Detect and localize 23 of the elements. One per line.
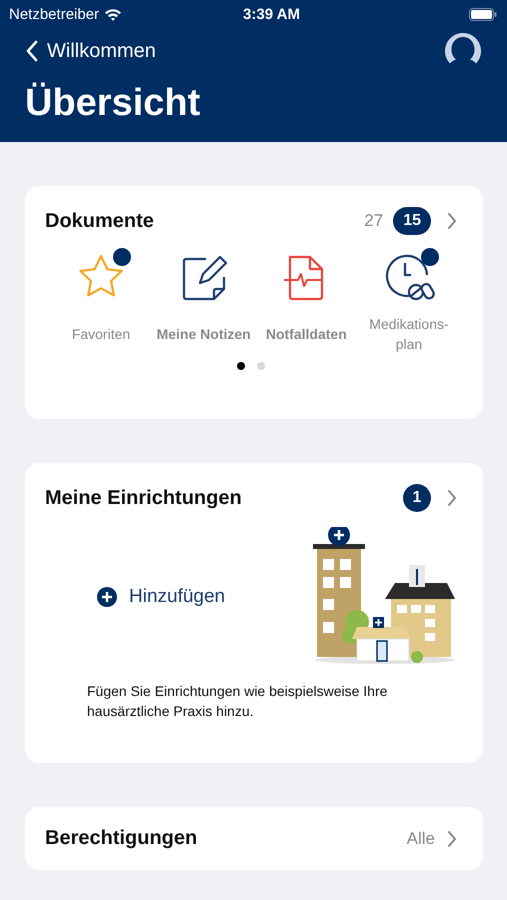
page-indicator-dot[interactable] xyxy=(257,362,265,370)
carrier-name: Netzbetreiber xyxy=(9,6,100,22)
back-button[interactable]: Willkommen xyxy=(25,40,156,62)
document-count: 27 xyxy=(364,211,384,231)
permissions-value: Alle xyxy=(406,828,435,848)
chevron-right-icon[interactable] xyxy=(447,212,457,230)
facility-count-badge: 1 xyxy=(403,484,431,512)
card-title[interactable]: Dokumente xyxy=(45,210,354,232)
status-time: 3:39 AM xyxy=(242,6,301,22)
plus-circle-icon xyxy=(97,587,117,607)
wifi-icon xyxy=(104,8,122,20)
page-indicator-dot[interactable] xyxy=(237,362,245,370)
permissions-card[interactable]: Berechtigungen Alle xyxy=(25,807,483,870)
battery-icon xyxy=(469,8,497,20)
new-count-badge: 15 xyxy=(393,207,431,235)
card-title: Berechtigungen xyxy=(45,827,198,850)
add-button[interactable]: Hinzufügen xyxy=(97,586,226,608)
card-title[interactable]: Meine Einrichtungen xyxy=(45,486,393,510)
facilities-hint: Fügen Sie Einrichtungen wie beispielsweise Ihre hausärztliche Praxis hinzu. xyxy=(87,682,388,721)
chevron-left-icon xyxy=(25,40,39,62)
chevron-right-icon[interactable] xyxy=(447,489,457,507)
page-title: Übersicht xyxy=(25,82,202,125)
chevron-right-icon xyxy=(447,830,457,848)
